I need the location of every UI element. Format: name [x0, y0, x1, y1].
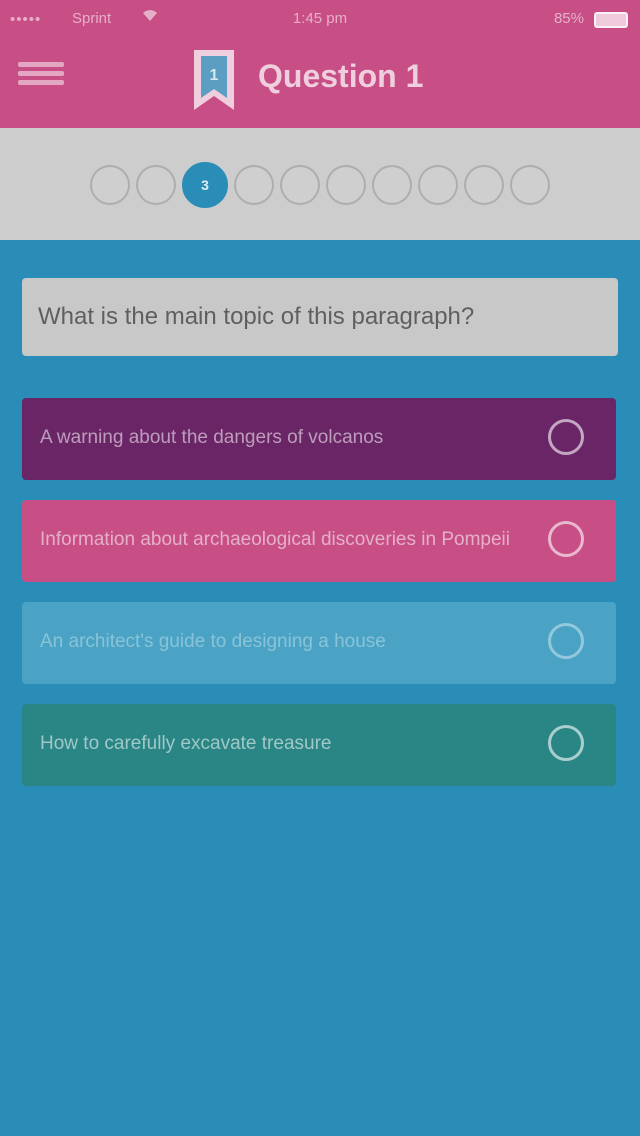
progress-dot[interactable] [418, 165, 458, 205]
answer-option-2[interactable]: Information about archaeological discove… [22, 500, 616, 582]
menu-line-icon [18, 71, 64, 76]
progress-dot[interactable] [280, 165, 320, 205]
answer-option-4[interactable]: How to carefully excavate treasure [22, 704, 616, 786]
progress-dot-active[interactable]: 3 [182, 162, 228, 208]
answer-option-1[interactable]: A warning about the dangers of volcanos [22, 398, 616, 480]
battery-percentage: 85% [553, 10, 584, 27]
header: ••••• Sprint 1:45 pm 85% 1 Question 1 [0, 0, 640, 128]
radio-button[interactable] [548, 419, 584, 455]
app-screen: ••••• Sprint 1:45 pm 85% 1 Question 1 3 [0, 0, 640, 1136]
question-card: What is the main topic of this paragraph… [22, 278, 618, 356]
menu-line-icon [18, 80, 64, 85]
answer-label: A warning about the dangers of volcanos [40, 427, 384, 448]
progress-dot[interactable] [136, 165, 176, 205]
answer-label: An architect's guide to designing a hous… [40, 631, 386, 652]
progress-dot[interactable] [464, 165, 504, 205]
status-bar: ••••• Sprint 1:45 pm 85% [0, 0, 640, 38]
bookmark-number: 1 [210, 67, 219, 84]
answer-label: How to carefully excavate treasure [40, 733, 332, 754]
radio-button[interactable] [548, 725, 584, 761]
answer-label: Information about archaeological discove… [40, 529, 510, 550]
menu-line-icon [18, 62, 64, 67]
radio-button[interactable] [548, 623, 584, 659]
question-text: What is the main topic of this paragraph… [38, 303, 475, 330]
progress-dot[interactable] [234, 165, 274, 205]
progress-dot[interactable] [90, 165, 130, 205]
radio-button[interactable] [548, 521, 584, 557]
question-progress-bar: 3 [0, 128, 640, 240]
progress-dot[interactable] [372, 165, 412, 205]
progress-dot[interactable] [326, 165, 366, 205]
status-time: 1:45 pm [292, 10, 348, 27]
menu-button[interactable] [18, 58, 64, 100]
progress-dots: 3 [0, 162, 640, 209]
page-title: Question 1 [258, 58, 424, 94]
battery-icon [594, 12, 628, 28]
bookmark-icon: 1 [192, 48, 236, 112]
answer-option-3[interactable]: An architect's guide to designing a hous… [22, 602, 616, 684]
progress-dot[interactable] [510, 165, 550, 205]
